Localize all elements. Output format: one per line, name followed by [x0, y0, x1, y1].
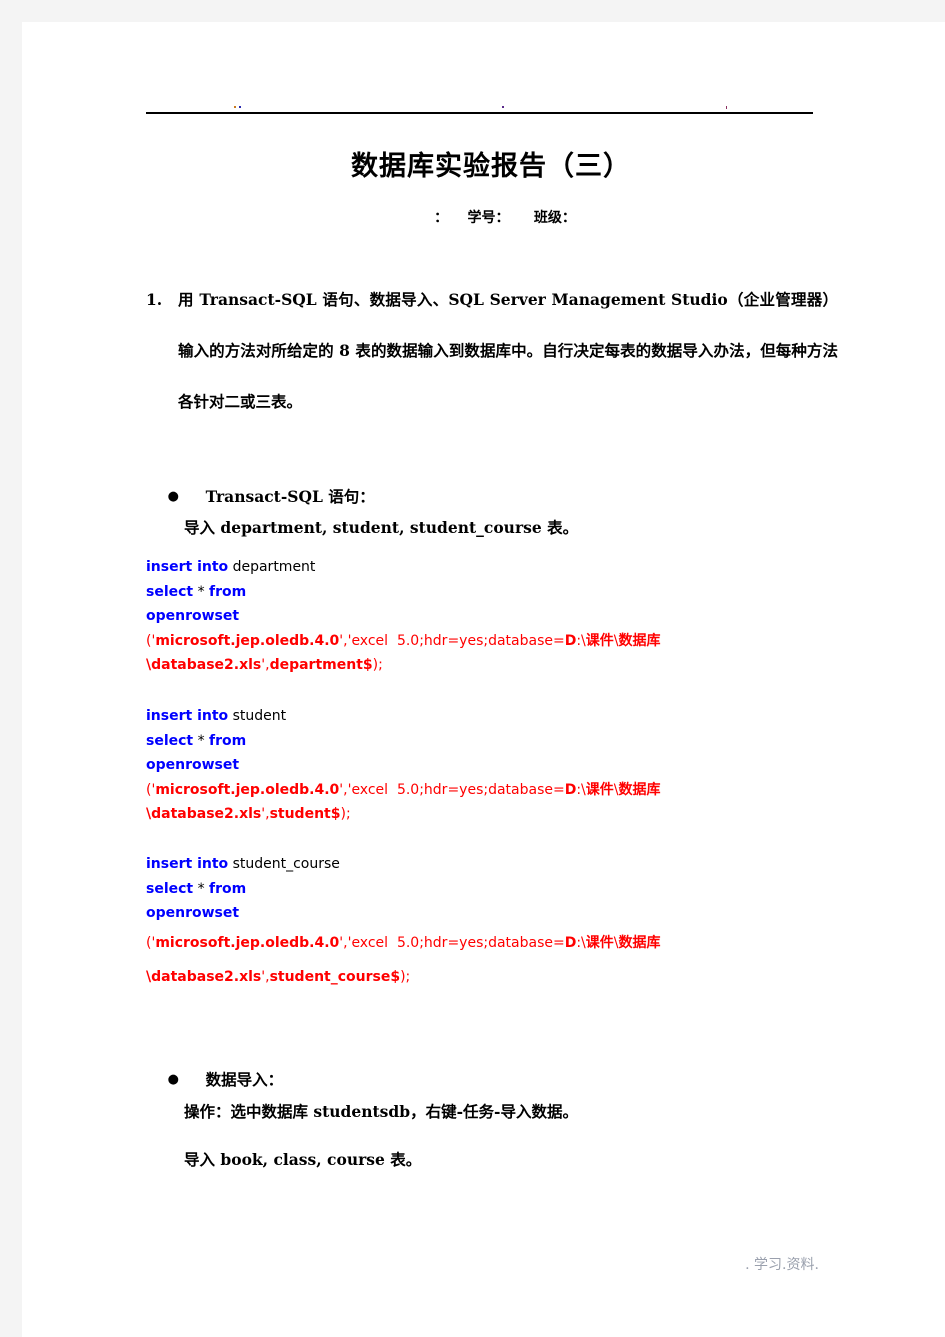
code-block-student-course: insert into student_course select * from… [146, 852, 726, 994]
sql-string: ',' [339, 632, 352, 649]
sql-string-cjk: 课件 [585, 781, 614, 798]
document-page: 数据库实验报告（三） ： 学号： 班级： 1. 用 Transact-SQL 语… [22, 22, 945, 1337]
sql-string: D [564, 781, 577, 798]
sql-operator: * [193, 880, 210, 897]
sql-operator: * [193, 732, 210, 749]
sql-string: ', [261, 806, 270, 822]
sql-operator: * [193, 583, 210, 600]
sql-punctuation: ); [400, 968, 411, 985]
code-line: insert into student [146, 704, 726, 729]
code-line: insert into student_course [146, 852, 726, 877]
code-line: select * from [146, 877, 726, 902]
sql-identifier: department [228, 559, 316, 575]
sql-keyword: from [209, 583, 247, 600]
sql-keyword: openrowset [146, 905, 240, 921]
sql-string: microsoft.jep.oledb.4.0 [155, 934, 340, 951]
sub-line-import-wizard: 导入 book, class, course 表。 [184, 1150, 422, 1169]
code-block-student: insert into student select * from openro… [146, 704, 726, 827]
sql-keyword: insert into [146, 559, 229, 575]
page-header [146, 92, 813, 116]
code-line: select * from [146, 580, 726, 605]
sql-string: (' [146, 781, 156, 798]
sql-keyword: insert into [146, 856, 229, 872]
sql-keyword: from [209, 880, 247, 897]
page-title: 数据库实验报告（三） [351, 151, 631, 182]
sql-string: ',' [339, 934, 352, 951]
sql-string: \database2.xls [146, 657, 262, 673]
list-item-text: 用 Transact-SQL 语句、数据导入、SQL Server Manage… [178, 290, 838, 411]
sql-string: D [564, 632, 577, 649]
header-artifact-dot [239, 106, 241, 108]
sql-table-ref: department$ [269, 657, 373, 673]
sql-string: \database2.xls [146, 968, 262, 985]
code-line: \database2.xls',student_course$); [146, 960, 726, 994]
code-line: ('microsoft.jep.oledb.4.0','excel 5.0;hd… [146, 778, 726, 803]
bullet-label: 数据导入： [205, 1070, 284, 1089]
sql-string: D [564, 934, 577, 951]
sql-punctuation: ); [340, 806, 351, 822]
code-line: openrowset [146, 753, 726, 778]
sql-string: :\ [576, 781, 586, 798]
sql-table-ref: student_course$ [269, 968, 401, 985]
header-artifact-dot [234, 106, 236, 108]
sql-string: excel 5.0;hdr=yes;database= [351, 934, 565, 951]
sql-keyword: openrowset [146, 608, 240, 624]
sql-keyword: select [146, 583, 194, 600]
header-artifact-dot [502, 106, 504, 108]
code-line: openrowset [146, 901, 726, 926]
sql-string-cjk: 数据库 [618, 781, 661, 798]
sub-line-import-tsql: 导入 department, student, student_course 表… [184, 518, 579, 537]
sql-string: microsoft.jep.oledb.4.0 [155, 781, 340, 798]
bullet-dot-icon: ● [167, 1072, 179, 1087]
code-line: insert into department [146, 555, 726, 580]
sql-string: excel 5.0;hdr=yes;database= [351, 781, 565, 798]
sql-keyword: insert into [146, 708, 229, 724]
code-line: openrowset [146, 604, 726, 629]
sql-string-cjk: 数据库 [618, 632, 661, 649]
bullet-label: Transact-SQL 语句： [205, 487, 375, 506]
sql-keyword: select [146, 880, 194, 897]
sql-string: ', [261, 968, 270, 985]
sql-string-cjk: 数据库 [618, 934, 661, 951]
sql-string: :\ [576, 632, 586, 649]
code-line: ('microsoft.jep.oledb.4.0','excel 5.0;hd… [146, 629, 726, 654]
sql-string: (' [146, 632, 156, 649]
sql-string: (' [146, 934, 156, 951]
code-line: \database2.xls',department$); [146, 653, 726, 678]
sql-string-cjk: 课件 [585, 934, 614, 951]
code-line: \database2.xls',student$); [146, 802, 726, 827]
header-divider [146, 112, 813, 114]
code-line: ('microsoft.jep.oledb.4.0','excel 5.0;hd… [146, 926, 726, 960]
code-line: select * from [146, 729, 726, 754]
page-footer: . 学习.资料. [745, 1257, 819, 1273]
sql-string-cjk: 课件 [585, 632, 614, 649]
sub-line-operation: 操作：选中数据库 studentsdb，右键-任务-导入数据。 [184, 1102, 578, 1121]
list-marker: 1. [146, 290, 163, 309]
sql-table-ref: student$ [269, 806, 341, 822]
sql-punctuation: ); [372, 657, 383, 673]
sql-string: excel 5.0;hdr=yes;database= [351, 632, 565, 649]
sql-identifier: student [228, 708, 287, 724]
sql-keyword: openrowset [146, 757, 240, 773]
page-subtitle: ： 学号： 班级： [434, 210, 576, 226]
sql-string: \database2.xls [146, 806, 262, 822]
sql-keyword: from [209, 732, 247, 749]
bullet-dot-icon: ● [167, 489, 179, 504]
sql-string: ', [261, 657, 270, 673]
sql-string: :\ [576, 934, 586, 951]
code-block-department: insert into department select * from ope… [146, 555, 726, 678]
numbered-list-item: 1. 用 Transact-SQL 语句、数据导入、SQL Server Man… [146, 274, 838, 427]
sql-keyword: select [146, 732, 194, 749]
sql-string: ',' [339, 781, 352, 798]
sql-string: microsoft.jep.oledb.4.0 [155, 632, 340, 649]
header-artifact-dot [726, 106, 727, 109]
sql-identifier: student_course [228, 856, 340, 872]
